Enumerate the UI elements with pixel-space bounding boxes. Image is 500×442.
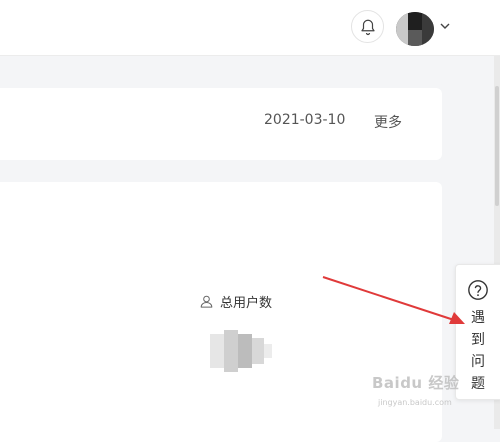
- top-header: [0, 0, 500, 56]
- watermark-text: Baidu 经验: [372, 374, 460, 392]
- chevron-down-icon[interactable]: [439, 20, 451, 32]
- scrollbar-thumb[interactable]: [495, 86, 499, 206]
- watermark-subtext: jingyan.baidu.com: [378, 398, 452, 407]
- notification-button[interactable]: [351, 10, 384, 43]
- help-char: 到: [471, 332, 485, 348]
- total-users-text: 总用户数: [220, 296, 273, 311]
- question-circle-icon: [468, 280, 488, 300]
- news-date: 2021-03-10: [264, 112, 346, 128]
- help-char: 遇: [471, 310, 485, 326]
- news-card: 2021-03-10 更多: [0, 88, 442, 160]
- bell-icon: [360, 19, 375, 35]
- total-users-label: 总用户数: [199, 292, 272, 311]
- total-users-value-blurred: [210, 330, 272, 372]
- avatar[interactable]: [396, 12, 434, 46]
- watermark: Baidu 经验 jingyan.baidu.com: [372, 372, 492, 412]
- help-char: 问: [471, 354, 485, 370]
- more-link[interactable]: 更多: [374, 112, 402, 132]
- user-icon: [200, 295, 213, 308]
